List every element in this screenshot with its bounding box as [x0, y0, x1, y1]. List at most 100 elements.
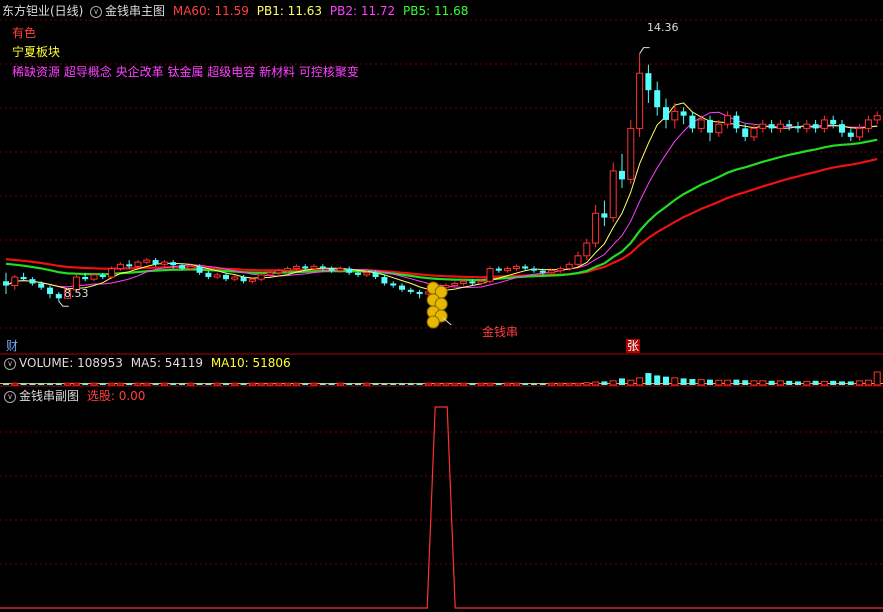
volume-bar [99, 383, 106, 385]
volume-bars [0, 371, 883, 386]
low-price-label: 8.53 [64, 287, 89, 300]
volume-bar [873, 371, 881, 386]
candle-body-down [399, 285, 405, 290]
candle-body-down [847, 132, 854, 137]
candle-body-up [451, 282, 459, 287]
candle-body-up [671, 110, 679, 121]
candle-body-down [742, 128, 749, 137]
volume-bar [442, 382, 450, 386]
volume-header: ∨ VOLUME: 108953 MA5: 54119 MA10: 51806 [4, 356, 291, 370]
candle-body-up [724, 115, 732, 125]
candle-body-up [134, 261, 142, 267]
candle-body-up [11, 276, 19, 287]
candle-body-down [38, 283, 45, 288]
volume-bar [733, 379, 740, 385]
stock-chart-canvas: 14.36 8.53 金钱串 [0, 19, 883, 609]
candle-body-up [292, 265, 300, 270]
financial-marker[interactable]: 财 [6, 339, 18, 353]
chevron-down-icon[interactable]: ∨ [4, 357, 16, 370]
candle-body-up [776, 123, 784, 129]
candle-body-up [460, 280, 468, 284]
volume-bar [556, 382, 564, 386]
volume-bar [407, 383, 414, 385]
volume-bar [257, 382, 265, 386]
candle-body-down [522, 266, 529, 269]
concept-tags: 稀缺资源 超导概念 央企改革 钛金属 超级电容 新材料 可控核聚变 [12, 65, 359, 79]
chevron-down-icon[interactable]: ∨ [90, 5, 102, 18]
volume-bar [108, 382, 116, 386]
volume-bar [609, 380, 617, 386]
volume-bar [619, 378, 625, 385]
candle-body-down [531, 268, 537, 271]
candle-body-up [248, 278, 256, 282]
candle-body-up [583, 242, 591, 257]
volume-bar [134, 382, 142, 386]
volume-bar [196, 383, 203, 385]
volume-bar [697, 379, 705, 386]
candle-body-down [663, 107, 669, 120]
volume-bar [839, 381, 845, 385]
volume-bar [187, 382, 195, 386]
candle-body-down [152, 260, 159, 265]
volume-bar [310, 382, 318, 386]
volume-bar [336, 382, 344, 386]
volume-bar [601, 381, 608, 385]
stock-pick-value: 选股: 0.00 [86, 389, 146, 403]
candle-body-down [654, 90, 661, 108]
volume-bar [786, 380, 793, 385]
candle-body-down [786, 124, 793, 127]
candle-body-up [310, 265, 318, 270]
volume-bar [11, 382, 19, 386]
sub-chart-title: 金钱串副图 [19, 389, 80, 403]
volume-bar [820, 380, 828, 386]
candle-body-up [548, 270, 556, 274]
candle-body-down [99, 274, 106, 278]
candle-body-down [328, 268, 335, 271]
volume-bar [469, 383, 476, 385]
stock-title[interactable]: 东方钽业(日线) [2, 4, 83, 18]
candle-body-down [795, 126, 801, 129]
volume-bar [231, 382, 239, 386]
volume-bar [205, 383, 212, 385]
candle-body-down [839, 124, 845, 133]
volume-bar [724, 379, 732, 386]
candle-body-up [108, 268, 116, 278]
chevron-down-icon[interactable]: ∨ [4, 390, 16, 403]
volume-bar [240, 383, 247, 385]
candle-body-down [768, 124, 775, 129]
candle-body-up [592, 212, 600, 244]
volume-bar [64, 382, 72, 386]
region-tag: 宁夏板块 [12, 45, 61, 59]
pb2-value: PB2: 11.72 [329, 4, 396, 18]
candle-body-down [619, 170, 625, 180]
volume-bar [363, 382, 371, 386]
volume-bar [355, 383, 361, 385]
limit-up-marker[interactable]: 张 [626, 339, 641, 353]
candle-body-down [812, 124, 819, 129]
candle-body-up [363, 272, 371, 276]
volume-bar [689, 379, 696, 385]
volume-bar [742, 380, 749, 385]
slow-red-line [5, 158, 878, 279]
slow-green-line [5, 138, 878, 282]
candle-body-down [47, 287, 53, 295]
volume-bar [460, 382, 468, 386]
candle-body-up [715, 123, 723, 134]
volume-bar [213, 382, 221, 386]
candle-body-down [416, 291, 423, 295]
candle-body-up [556, 268, 564, 272]
main-indicator-title: 金钱串主图 [105, 4, 166, 18]
volume-bar [645, 373, 652, 385]
volume-bar [47, 383, 53, 385]
candle-body-up [803, 123, 811, 129]
volume-bar [768, 380, 775, 385]
volume-bar [90, 382, 98, 386]
candle-body-up [636, 72, 644, 129]
candle-body-down [645, 73, 652, 91]
slow-moving-average-lines [5, 138, 878, 282]
volume-bar [654, 375, 661, 385]
candle-body-down [82, 277, 89, 280]
ma60-value: MA60: 11.59 [172, 4, 249, 18]
volume-bar [583, 382, 591, 386]
volume-value: VOLUME: 108953 [19, 356, 123, 370]
